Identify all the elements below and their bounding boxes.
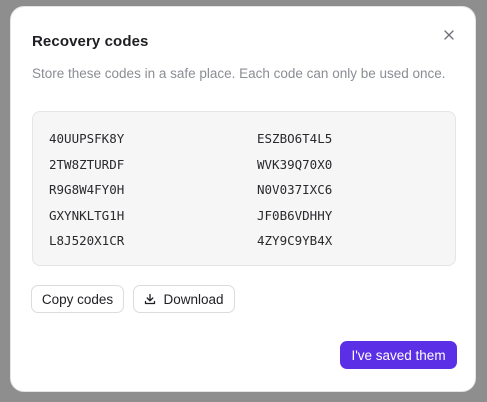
recovery-code: WVK39Q70X0 [257,156,333,172]
recovery-code: N0V037IXC6 [257,182,333,197]
recovery-codes-dialog: Recovery codes Store these codes in a sa… [10,6,476,392]
dialog-title: Recovery codes [32,33,149,50]
recovery-code: GXYNKLTG1H [49,207,125,223]
recovery-code: 2TW8ZTURDF [49,156,125,172]
codes-grid: 40UUPSFK8Y ESZBO6T4L5 2TW8ZTURDF WVK39Q7… [49,126,449,254]
recovery-code: L8J520X1CR [49,233,125,248]
close-icon [444,30,454,40]
download-label: Download [163,291,224,307]
dialog-subtitle: Store these codes in a safe place. Each … [32,66,446,81]
recovery-code: 40UUPSFK8Y [49,131,125,146]
recovery-code: ESZBO6T4L5 [257,131,333,146]
codes-panel: 40UUPSFK8Y ESZBO6T4L5 2TW8ZTURDF WVK39Q7… [32,111,456,266]
recovery-code: JF0B6VDHHY [257,207,333,223]
copy-codes-button[interactable]: Copy codes [31,285,124,313]
close-button[interactable] [440,26,458,44]
download-button[interactable]: Download [133,285,235,313]
confirm-saved-button[interactable]: I've saved them [340,341,457,369]
confirm-saved-label: I've saved them [351,347,446,363]
recovery-code: R9G8W4FY0H [49,182,125,197]
copy-codes-label: Copy codes [41,291,114,307]
download-icon [145,293,156,305]
recovery-code: 4ZY9C9YB4X [257,233,333,248]
